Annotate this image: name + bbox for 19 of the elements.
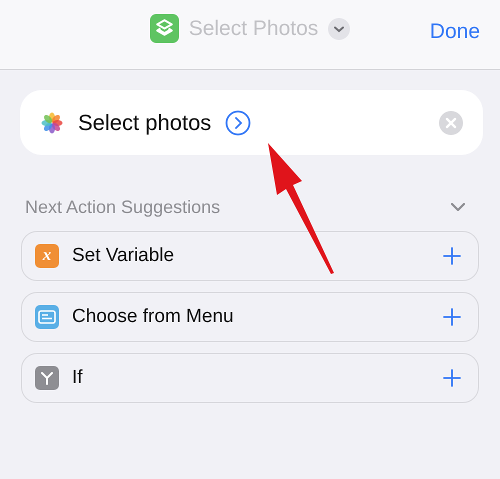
suggestion-row[interactable]: Choose from Menu: [21, 292, 479, 342]
plus-icon[interactable]: [442, 368, 462, 388]
plus-icon[interactable]: [442, 246, 462, 266]
done-button[interactable]: Done: [430, 20, 480, 44]
plus-icon[interactable]: [442, 307, 462, 327]
menu-icon: [35, 305, 59, 329]
suggestion-label: Set Variable: [72, 245, 174, 267]
suggestion-label: If: [72, 367, 83, 389]
chevron-right-icon[interactable]: [225, 110, 252, 136]
variable-icon: x: [35, 244, 59, 268]
section-heading: Next Action Suggestions: [25, 196, 220, 218]
suggestion-label: Choose from Menu: [72, 306, 234, 328]
layers-icon: [150, 14, 179, 43]
action-title: Select photos: [78, 110, 212, 136]
suggestion-row[interactable]: x Set Variable: [21, 231, 479, 281]
suggestion-row[interactable]: If: [21, 353, 479, 403]
chevron-down-icon[interactable]: [328, 18, 350, 40]
flower-icon: [39, 110, 65, 136]
branch-icon: [35, 366, 59, 390]
